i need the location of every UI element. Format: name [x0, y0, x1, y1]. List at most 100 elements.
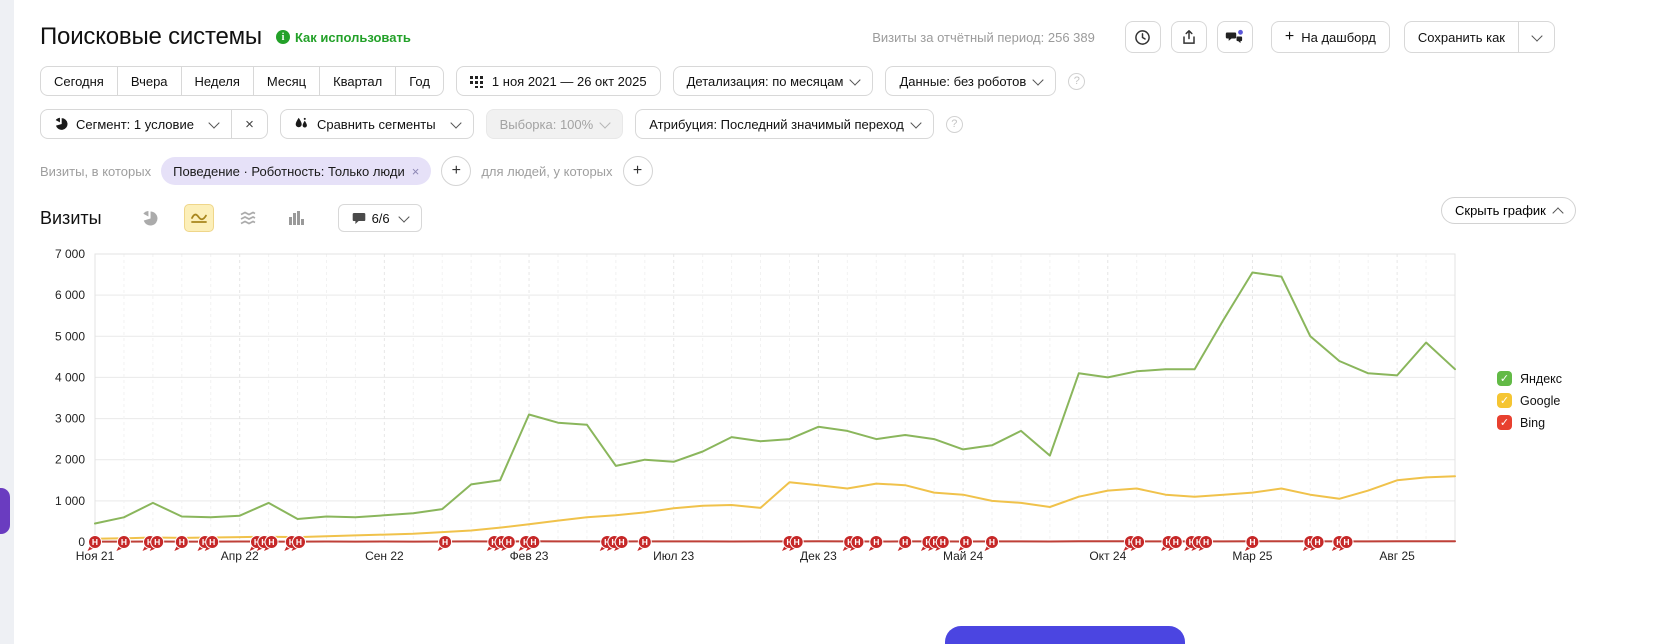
comments-button[interactable]: [1217, 21, 1253, 53]
chevron-down-icon: [398, 211, 409, 222]
bottom-banner[interactable]: [945, 626, 1185, 644]
filters-bar: Визиты, в которых Поведение · Роботность…: [40, 156, 1667, 186]
legend-label: Google: [1520, 394, 1560, 408]
add-people-filter-button[interactable]: +: [623, 156, 653, 186]
stacked-areas-icon: [239, 210, 257, 226]
svg-text:Фев 23: Фев 23: [510, 549, 549, 563]
compare-segments-label: Сравнить сегменты: [317, 117, 436, 132]
chevron-down-icon: [208, 117, 219, 128]
save-as-label: Сохранить как: [1418, 30, 1505, 45]
svg-text:7 000: 7 000: [55, 247, 85, 261]
hide-chart-button[interactable]: Скрыть график: [1441, 197, 1576, 224]
legend-label: Bing: [1520, 416, 1545, 430]
svg-text:Н: Н: [1173, 537, 1179, 547]
svg-text:Н: Н: [506, 537, 512, 547]
chip-close-icon[interactable]: ×: [412, 165, 420, 178]
period-button[interactable]: Месяц: [254, 66, 320, 96]
svg-text:Н: Н: [989, 537, 995, 547]
chart-type-columns-button[interactable]: [282, 205, 310, 231]
svg-text:Июл 23: Июл 23: [653, 549, 694, 563]
add-to-dashboard-label: На дашборд: [1301, 30, 1376, 45]
svg-text:Н: Н: [1203, 537, 1209, 547]
attribution-dropdown[interactable]: Атрибуция: Последний значимый переход: [635, 109, 934, 139]
date-range-button[interactable]: 1 ноя 2021 — 26 окт 2025: [456, 66, 661, 96]
sampling-dropdown[interactable]: Выборка: 100%: [486, 109, 624, 139]
add-to-dashboard-button[interactable]: + На дашборд: [1271, 21, 1390, 53]
svg-text:Дек 23: Дек 23: [800, 549, 837, 563]
visits-filter-prefix: Визиты, в которых: [40, 164, 151, 179]
annotations-count: 6/6: [372, 211, 390, 226]
period-button[interactable]: Квартал: [320, 66, 396, 96]
add-visits-filter-button[interactable]: +: [441, 156, 471, 186]
date-range-label: 1 ноя 2021 — 26 окт 2025: [492, 74, 647, 89]
svg-text:Н: Н: [296, 537, 302, 547]
save-as-menu-button[interactable]: [1519, 21, 1555, 53]
visits-period-value: 256 389: [1048, 30, 1095, 45]
svg-text:Сен 22: Сен 22: [365, 549, 404, 563]
chart-type-line-button[interactable]: [184, 204, 214, 232]
svg-text:Н: Н: [530, 537, 536, 547]
chevron-down-icon: [1531, 30, 1542, 41]
segment-toolbar: Сегмент: 1 условие × Сравнить сегменты В…: [40, 109, 1667, 139]
how-to-use-label: Как использовать: [295, 30, 411, 45]
annotations-dropdown[interactable]: 6/6: [338, 204, 422, 232]
chart-area: 01 0002 0003 0004 0005 0006 0007 000Ноя …: [40, 246, 1460, 578]
svg-text:Н: Н: [873, 537, 879, 547]
chart-type-areas-button[interactable]: [234, 205, 262, 231]
svg-text:Н: Н: [854, 537, 860, 547]
page-title: Поисковые системы: [40, 23, 262, 51]
metrica-report-page: Поисковые системы i Как использовать Виз…: [0, 0, 1667, 644]
calendar-grid-icon: [470, 75, 483, 88]
svg-text:Ноя 21: Ноя 21: [76, 549, 115, 563]
legend-item[interactable]: ✓ Bing: [1497, 415, 1562, 430]
chevron-down-icon: [1033, 74, 1044, 85]
data-mode-label: Данные: без роботов: [899, 74, 1026, 89]
svg-text:1 000: 1 000: [55, 494, 85, 508]
svg-text:Н: Н: [619, 537, 625, 547]
side-panel-handle[interactable]: [0, 488, 10, 534]
svg-text:Н: Н: [940, 537, 946, 547]
save-as-button[interactable]: Сохранить как: [1404, 21, 1519, 53]
clock-icon: [1134, 29, 1151, 46]
history-button[interactable]: [1125, 21, 1161, 53]
how-to-use-link[interactable]: i Как использовать: [276, 30, 411, 45]
close-icon: ×: [245, 117, 254, 132]
svg-text:Н: Н: [1135, 537, 1141, 547]
legend-item[interactable]: ✓ Яндекс: [1497, 371, 1562, 386]
visits-period-label: Визиты за отчётный период:: [872, 30, 1044, 45]
period-button-group: СегодняВчераНеделяМесяцКварталГод: [40, 66, 444, 96]
pie-chart-icon: [141, 210, 158, 227]
svg-text:2 000: 2 000: [55, 453, 85, 467]
svg-text:0: 0: [78, 535, 85, 549]
chart-type-pie-button[interactable]: [136, 205, 164, 231]
chevron-down-icon: [600, 117, 611, 128]
visits-chart[interactable]: 01 0002 0003 0004 0005 0006 0007 000Ноя …: [40, 246, 1460, 578]
legend-label: Яндекс: [1520, 372, 1562, 386]
filter-chip-robots[interactable]: Поведение · Роботность: Только люди ×: [161, 157, 431, 185]
chevron-up-icon: [1552, 207, 1563, 218]
period-button[interactable]: Сегодня: [40, 66, 118, 96]
svg-text:Авг 25: Авг 25: [1379, 549, 1415, 563]
chart-controls: Визиты: [40, 204, 1667, 232]
plus-icon: +: [1285, 29, 1294, 45]
legend-checkbox[interactable]: ✓: [1497, 415, 1512, 430]
segment-group: Сегмент: 1 условие ×: [40, 109, 268, 139]
compare-segments-dropdown[interactable]: Сравнить сегменты: [280, 109, 474, 139]
svg-text:Н: Н: [209, 537, 215, 547]
legend-checkbox[interactable]: ✓: [1497, 371, 1512, 386]
period-button[interactable]: Неделя: [182, 66, 254, 96]
svg-text:Н: Н: [963, 537, 969, 547]
legend-checkbox[interactable]: ✓: [1497, 393, 1512, 408]
period-button[interactable]: Вчера: [118, 66, 182, 96]
data-mode-dropdown[interactable]: Данные: без роботов: [885, 66, 1056, 96]
attribution-help-icon[interactable]: ?: [946, 116, 963, 133]
svg-text:Н: Н: [268, 537, 274, 547]
period-button[interactable]: Год: [396, 66, 444, 96]
segment-dropdown[interactable]: Сегмент: 1 условие: [40, 109, 232, 139]
data-mode-help-icon[interactable]: ?: [1068, 73, 1085, 90]
export-button[interactable]: [1171, 21, 1207, 53]
segment-clear-button[interactable]: ×: [232, 109, 268, 139]
detalization-dropdown[interactable]: Детализация: по месяцам: [673, 66, 874, 96]
legend-item[interactable]: ✓ Google: [1497, 393, 1562, 408]
svg-text:Н: Н: [642, 537, 648, 547]
